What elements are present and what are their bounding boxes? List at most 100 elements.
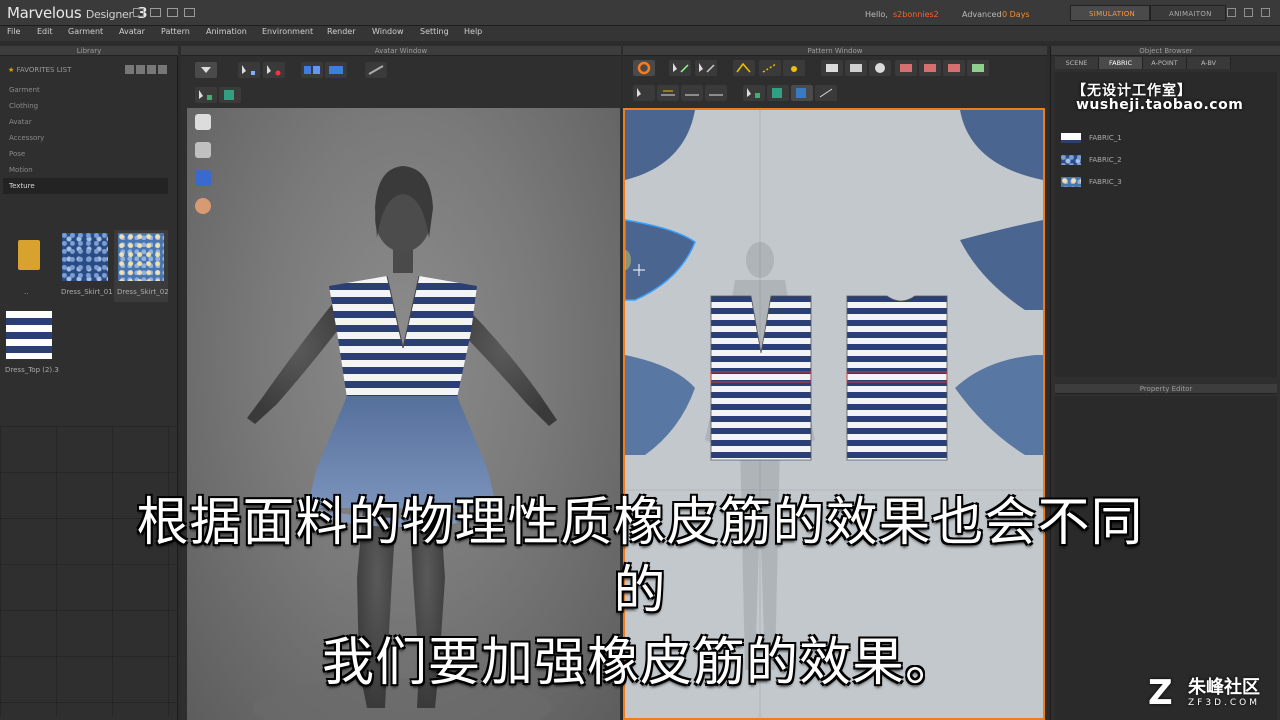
app-logo: Marvelous Designer 3 bbox=[7, 4, 148, 22]
hello-label: Hello, bbox=[865, 10, 888, 19]
texture-icon[interactable] bbox=[967, 60, 989, 76]
site-text: 朱峰社区 ZF3D.COM bbox=[1188, 678, 1260, 709]
zoom-icon[interactable] bbox=[791, 85, 813, 101]
menu-window[interactable]: Window bbox=[372, 27, 404, 36]
sewing-icon[interactable] bbox=[821, 60, 843, 76]
app-name: Marvelous bbox=[7, 4, 82, 22]
animation-mode-label: ANIMAITON bbox=[1169, 10, 1212, 18]
menu-bar: File Edit Garment Avatar Pattern Animati… bbox=[0, 26, 1280, 41]
pattern-window-header: Pattern Window bbox=[623, 46, 1047, 56]
elastic-icon[interactable] bbox=[895, 60, 917, 76]
edit-pattern-icon[interactable] bbox=[695, 60, 717, 76]
fabric-texture-image bbox=[6, 311, 52, 359]
show-avatar-icon[interactable] bbox=[195, 87, 217, 103]
zf-logo-icon: Z bbox=[1148, 673, 1173, 713]
add-icon[interactable] bbox=[125, 65, 134, 74]
measure-icon[interactable] bbox=[365, 62, 387, 78]
maximize-icon[interactable] bbox=[1244, 8, 1253, 17]
save-icon[interactable] bbox=[133, 8, 144, 17]
fabric-texture-image bbox=[62, 233, 108, 281]
fold-icon[interactable] bbox=[301, 62, 323, 78]
list-view-icon[interactable] bbox=[147, 65, 156, 74]
watermark-url: wusheji.taobao.com bbox=[1076, 97, 1244, 113]
library-item-garment[interactable]: Garment bbox=[3, 82, 168, 98]
quick-access-toolbar bbox=[133, 8, 195, 17]
menu-file[interactable]: File bbox=[7, 27, 20, 36]
select-mesh-icon[interactable] bbox=[238, 62, 260, 78]
library-item-motion[interactable]: Motion bbox=[3, 162, 168, 178]
open-icon[interactable] bbox=[150, 8, 161, 17]
arrange-icon[interactable] bbox=[681, 85, 703, 101]
menu-render[interactable]: Render bbox=[327, 27, 355, 36]
tuck-icon[interactable] bbox=[919, 60, 941, 76]
menu-edit[interactable]: Edit bbox=[37, 27, 53, 36]
object-browser-header: Object Browser bbox=[1051, 46, 1280, 56]
polygon-icon[interactable] bbox=[733, 60, 755, 76]
subtitle-line-3: 我们要加强橡皮筋的效果。 bbox=[321, 633, 958, 693]
username: s2bonnies2 bbox=[893, 10, 939, 19]
menu-garment[interactable]: Garment bbox=[68, 27, 103, 36]
internal-line-icon[interactable] bbox=[759, 60, 781, 76]
fit-icon[interactable] bbox=[815, 85, 837, 101]
favorites-label: FAVORITES LIST bbox=[16, 66, 72, 74]
show-pattern-icon[interactable] bbox=[743, 85, 765, 101]
library-item-pose[interactable]: Pose bbox=[3, 146, 168, 162]
library-category-list: Garment Clothing Avatar Accessory Pose M… bbox=[3, 82, 168, 194]
title-bar: Marvelous Designer 3 Hello, s2bonnies2 A… bbox=[0, 0, 1280, 26]
menu-environment[interactable]: Environment bbox=[262, 27, 313, 36]
align-icon[interactable] bbox=[657, 85, 679, 101]
folder-icon bbox=[18, 240, 40, 270]
close-icon[interactable] bbox=[1261, 8, 1270, 17]
library-item-clothing[interactable]: Clothing bbox=[3, 98, 168, 114]
fabric-list: FABRIC_1 FABRIC_2 FABRIC_3 bbox=[1055, 72, 1277, 377]
refresh-icon[interactable] bbox=[158, 65, 167, 74]
pin-icon[interactable] bbox=[263, 62, 285, 78]
tab-scene[interactable]: SCENE bbox=[1055, 57, 1099, 69]
thumb-dress-skirt-01[interactable]: Dress_Skirt_01 bbox=[58, 230, 113, 302]
menu-setting[interactable]: Setting bbox=[420, 27, 449, 36]
grid-view-icon[interactable] bbox=[136, 65, 145, 74]
point-icon[interactable] bbox=[783, 60, 805, 76]
show-texture-icon[interactable] bbox=[767, 85, 789, 101]
transform-pattern-icon[interactable] bbox=[669, 60, 691, 76]
tab-a-bv[interactable]: A-BV bbox=[1187, 57, 1231, 69]
fabric-texture-image bbox=[118, 233, 164, 281]
pleat-icon[interactable] bbox=[943, 60, 965, 76]
favorites-list[interactable]: ★ FAVORITES LIST bbox=[8, 66, 71, 74]
menu-animation[interactable]: Animation bbox=[206, 27, 247, 36]
animation-mode-button[interactable]: ANIMAITON bbox=[1150, 5, 1226, 21]
library-item-accessory[interactable]: Accessory bbox=[3, 130, 168, 146]
thumb-caption: .. bbox=[24, 288, 29, 296]
object-browser-tabs: SCENE FABRIC A-POINT A-BV bbox=[1055, 57, 1231, 69]
free-sewing-icon[interactable] bbox=[869, 60, 891, 76]
menu-avatar[interactable]: Avatar bbox=[119, 27, 145, 36]
menu-help[interactable]: Help bbox=[464, 27, 482, 36]
fabric-name: FABRIC_3 bbox=[1089, 178, 1122, 186]
thumb-dress-top[interactable]: Dress_Top (2).3 bbox=[2, 308, 59, 380]
menu-pattern[interactable]: Pattern bbox=[161, 27, 190, 36]
tack-icon[interactable] bbox=[325, 62, 347, 78]
fabric-swatch bbox=[1061, 155, 1081, 165]
fabric-swatch bbox=[1061, 177, 1081, 187]
thumb-parent-folder[interactable]: .. bbox=[2, 230, 56, 302]
mirror-icon[interactable] bbox=[705, 85, 727, 101]
undo-icon[interactable] bbox=[167, 8, 178, 17]
refresh-simulation-icon[interactable] bbox=[633, 60, 655, 76]
library-item-avatar[interactable]: Avatar bbox=[3, 114, 168, 130]
advanced-label: Advanced bbox=[962, 10, 1002, 19]
thumb-dress-skirt-02[interactable]: Dress_Skirt_02 bbox=[114, 230, 169, 302]
app-name-sub: Designer bbox=[85, 8, 133, 21]
show-garment-icon[interactable] bbox=[219, 87, 241, 103]
tab-fabric[interactable]: FABRIC bbox=[1099, 57, 1143, 69]
library-item-texture[interactable]: Texture bbox=[3, 178, 168, 194]
select-sewing-icon[interactable] bbox=[633, 85, 655, 101]
segment-sewing-icon[interactable] bbox=[845, 60, 867, 76]
select-move-icon[interactable] bbox=[195, 62, 217, 78]
tab-a-point[interactable]: A-POINT bbox=[1143, 57, 1187, 69]
thumb-caption: Dress_Skirt_01 bbox=[61, 288, 113, 296]
simulation-mode-button[interactable]: SIMULATION bbox=[1070, 5, 1150, 21]
redo-icon[interactable] bbox=[184, 8, 195, 17]
minimize-icon[interactable] bbox=[1227, 8, 1236, 17]
days-remaining: 0 Days bbox=[1002, 10, 1030, 19]
property-editor-header: Property Editor bbox=[1055, 384, 1277, 394]
